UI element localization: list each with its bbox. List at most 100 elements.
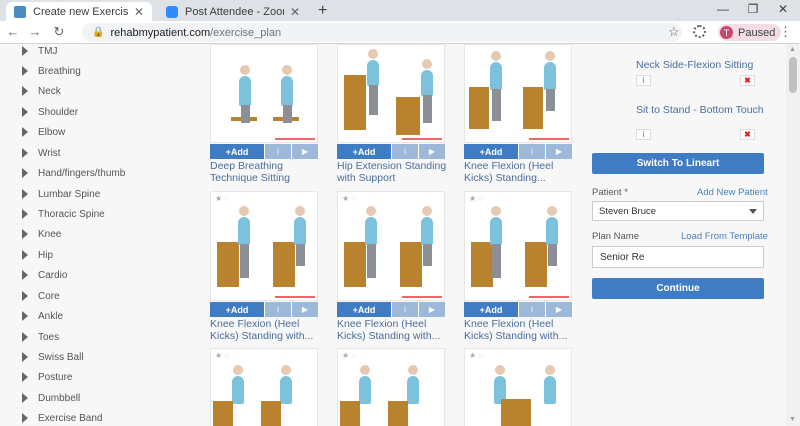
info-icon[interactable]: i: [264, 302, 291, 317]
profile-status: Paused: [738, 26, 776, 39]
sidebar-item-cardio[interactable]: Cardio: [22, 265, 182, 285]
sidebar-item-swiss-ball[interactable]: Swiss Ball: [22, 347, 182, 367]
tab-create-exercise-plan[interactable]: Create new Exercise Plan | Rehab ✕: [6, 2, 152, 21]
sidebar-item-neck[interactable]: Neck: [22, 81, 182, 101]
scroll-up-icon[interactable]: ▲: [789, 46, 796, 53]
delete-icon[interactable]: ✖: [740, 75, 755, 86]
category-label: Shoulder: [38, 106, 79, 118]
category-label: TMJ: [38, 45, 58, 57]
bookmark-star-icon[interactable]: ☆: [668, 24, 680, 40]
play-icon[interactable]: ▶: [291, 302, 318, 317]
back-arrow-icon[interactable]: ←: [4, 24, 22, 39]
info-icon[interactable]: i: [391, 302, 418, 317]
rating-stars-icon[interactable]: ★ ◌: [469, 351, 483, 360]
forward-arrow-icon[interactable]: →: [26, 24, 44, 39]
info-icon[interactable]: i: [264, 144, 291, 159]
patient-select[interactable]: Steven Bruce: [592, 201, 764, 221]
close-icon[interactable]: ✕: [290, 5, 300, 19]
scroll-down-icon[interactable]: ▼: [789, 416, 796, 423]
exercise-title[interactable]: Knee Flexion (Heel Kicks) Standing with.…: [337, 318, 449, 342]
exercise-image[interactable]: ★ ◌: [210, 191, 318, 301]
exercise-title[interactable]: Knee Flexion (Heel Kicks) Standing with.…: [464, 318, 576, 342]
selected-exercise-name[interactable]: Neck Side-Flexion Sitting: [636, 59, 766, 71]
minimize-icon[interactable]: —: [708, 2, 738, 16]
exercise-image[interactable]: ★ ◌: [464, 191, 572, 301]
exercise-title[interactable]: Knee Flexion (Heel Kicks) Standing with.…: [210, 318, 322, 342]
load-from-template-link[interactable]: Load From Template: [681, 231, 768, 242]
switch-to-lineart-button[interactable]: Switch To Lineart: [592, 153, 764, 174]
play-icon[interactable]: ▶: [291, 144, 318, 159]
add-exercise-button[interactable]: +Add: [210, 144, 264, 159]
sidebar-item-thoracic-spine[interactable]: Thoracic Spine: [22, 204, 182, 224]
sidebar-item-breathing[interactable]: Breathing: [22, 61, 182, 81]
tab-zoom[interactable]: Post Attendee - Zoom ✕: [158, 2, 308, 21]
sidebar-item-posture[interactable]: Posture: [22, 367, 182, 387]
exercise-image[interactable]: [210, 44, 318, 143]
url-host: rehabmypatient.com: [110, 26, 211, 39]
add-exercise-button[interactable]: +Add: [464, 144, 518, 159]
window-close-icon[interactable]: ✕: [768, 2, 798, 16]
exercise-title[interactable]: Hip Extension Standing with Support: [337, 160, 449, 184]
add-exercise-button[interactable]: +Add: [337, 144, 391, 159]
info-icon[interactable]: i: [518, 144, 545, 159]
exercise-image[interactable]: ★ ◌: [464, 348, 572, 426]
rating-stars-icon[interactable]: ★ ◌: [342, 351, 356, 360]
browser-menu-icon[interactable]: ⋮: [779, 24, 792, 40]
info-icon[interactable]: i: [636, 129, 651, 140]
sidebar-item-dumbbell[interactable]: Dumbbell: [22, 388, 182, 408]
exercise-image[interactable]: ★ ◌: [337, 191, 445, 301]
add-exercise-button[interactable]: +Add: [210, 302, 264, 317]
play-icon[interactable]: ▶: [418, 302, 445, 317]
reload-icon[interactable]: ↻: [50, 24, 68, 40]
category-label: Knee: [38, 228, 62, 240]
page-scrollbar[interactable]: ▲ ▼: [786, 44, 800, 426]
play-icon[interactable]: ▶: [545, 144, 572, 159]
sidebar-item-exercise-band[interactable]: Exercise Band: [22, 408, 182, 426]
add-exercise-button[interactable]: +Add: [464, 302, 518, 317]
rating-stars-icon[interactable]: ★ ◌: [469, 194, 483, 203]
sidebar-item-knee[interactable]: Knee: [22, 224, 182, 244]
sidebar-item-ankle[interactable]: Ankle: [22, 306, 182, 326]
profile-button[interactable]: T Paused: [718, 24, 782, 41]
add-exercise-button[interactable]: +Add: [337, 302, 391, 317]
play-icon[interactable]: ▶: [418, 144, 445, 159]
sidebar-item-hip[interactable]: Hip: [22, 245, 182, 265]
exercise-image[interactable]: ★ ◌: [210, 348, 318, 426]
continue-button[interactable]: Continue: [592, 278, 764, 299]
delete-icon[interactable]: ✖: [740, 129, 755, 140]
sidebar-item-tmj[interactable]: TMJ: [22, 44, 182, 61]
rating-stars-icon[interactable]: ★ ◌: [342, 194, 356, 203]
sidebar-item-wrist[interactable]: Wrist: [22, 143, 182, 163]
close-icon[interactable]: ✕: [134, 5, 144, 19]
expand-triangle-icon: [22, 270, 28, 280]
sidebar-item-core[interactable]: Core: [22, 286, 182, 306]
plan-name-input[interactable]: [592, 246, 764, 268]
expand-triangle-icon: [22, 86, 28, 96]
url-field[interactable]: 🔒 rehabmypatient.com /exercise_plan: [82, 23, 682, 42]
exercise-title[interactable]: Deep Breathing Technique Sitting: [210, 160, 322, 184]
exercise-image[interactable]: [464, 44, 572, 143]
exercise-image[interactable]: [337, 44, 445, 143]
exercise-image[interactable]: ★ ◌: [337, 348, 445, 426]
sidebar-item-hand[interactable]: Hand/fingers/thumb: [22, 163, 182, 183]
sidebar-item-lumbar-spine[interactable]: Lumbar Spine: [22, 184, 182, 204]
sidebar-item-toes[interactable]: Toes: [22, 327, 182, 347]
info-icon[interactable]: i: [518, 302, 545, 317]
extension-icon[interactable]: [693, 25, 706, 38]
selected-exercise-thumbnail: [596, 106, 636, 136]
add-new-patient-link[interactable]: Add New Patient: [697, 187, 768, 198]
play-icon[interactable]: ▶: [545, 302, 572, 317]
zoom-favicon-icon: [166, 5, 178, 18]
info-icon[interactable]: i: [391, 144, 418, 159]
rating-stars-icon[interactable]: ★ ◌: [215, 351, 229, 360]
exercise-actions: +Add i ▶: [337, 144, 445, 159]
scrollbar-thumb[interactable]: [789, 57, 797, 93]
info-icon[interactable]: i: [636, 75, 651, 86]
maximize-icon[interactable]: ❐: [738, 2, 768, 16]
rating-stars-icon[interactable]: ★ ◌: [215, 194, 229, 203]
sidebar-item-shoulder[interactable]: Shoulder: [22, 102, 182, 122]
sidebar-item-elbow[interactable]: Elbow: [22, 122, 182, 142]
selected-exercise-name[interactable]: Sit to Stand - Bottom Touch: [636, 104, 766, 116]
exercise-title[interactable]: Knee Flexion (Heel Kicks) Standing...: [464, 160, 576, 184]
new-tab-button[interactable]: +: [318, 2, 327, 20]
